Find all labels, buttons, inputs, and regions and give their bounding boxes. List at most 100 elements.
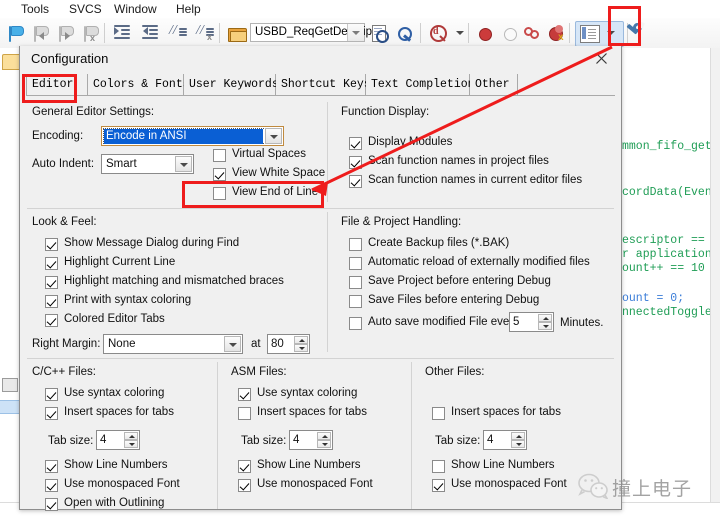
close-icon[interactable]	[585, 48, 619, 70]
other-tab-size-stepper[interactable]: 4	[483, 430, 527, 450]
tab-text-completion[interactable]: Text Completion	[366, 74, 475, 95]
comment-icon[interactable]: //	[167, 22, 189, 44]
asm-tab-size-stepper[interactable]: 4	[289, 430, 333, 450]
encoding-combo-arrow[interactable]	[265, 128, 282, 144]
indent-increase-icon[interactable]	[112, 22, 134, 44]
right-margin-at-up[interactable]	[294, 336, 308, 344]
browse-symbol-icon[interactable]	[369, 22, 391, 44]
asm-insert-spaces-checkbox[interactable]	[238, 407, 251, 420]
menu-item-tools[interactable]: Tools	[17, 1, 53, 17]
asm-show-line-numbers-checkbox[interactable]	[238, 460, 251, 473]
auto-save-checkbox[interactable]	[349, 317, 362, 330]
function-display-title: Function Display:	[341, 106, 430, 118]
menu-item-svcs[interactable]: SVCS	[65, 1, 106, 17]
menu-item-help[interactable]: Help	[172, 1, 205, 17]
c-tab-size-stepper[interactable]: 4	[96, 430, 140, 450]
right-margin-at-value: 80	[271, 338, 284, 350]
other-insert-spaces-checkbox[interactable]	[432, 407, 445, 420]
c-monospaced-font-checkbox[interactable]	[45, 479, 58, 492]
c-tab-size-down[interactable]	[124, 440, 138, 448]
c-open-outlining-checkbox[interactable]	[45, 498, 58, 511]
print-syntax-coloring-checkbox[interactable]	[45, 295, 58, 308]
auto-indent-combo-arrow[interactable]	[175, 156, 192, 172]
save-project-debug-checkbox[interactable]	[349, 276, 362, 289]
tab-other[interactable]: Other	[470, 74, 518, 95]
breakpoint-disable-all-icon[interactable]	[522, 22, 544, 44]
c-cpp-files-title: C/C++ Files:	[32, 366, 96, 378]
bookmark-prev-icon[interactable]	[29, 22, 51, 44]
encoding-label: Encoding:	[32, 130, 84, 142]
other-tab-size-up[interactable]	[511, 432, 525, 440]
bookmark-clear-icon[interactable]: x	[79, 22, 101, 44]
display-modules-checkbox[interactable]	[349, 137, 362, 150]
highlight-current-line-checkbox[interactable]	[45, 257, 58, 270]
highlight-braces-label: Highlight matching and mismatched braces	[64, 275, 284, 287]
function-combo[interactable]: USBD_ReqGetDescriptor	[250, 23, 385, 42]
asm-tab-size-up[interactable]	[317, 432, 331, 440]
auto-indent-label: Auto Indent:	[32, 158, 95, 170]
create-backup-checkbox[interactable]	[349, 238, 362, 251]
uncomment-icon[interactable]: // x	[194, 22, 216, 44]
asm-tab-size-value: 4	[293, 434, 300, 446]
code-editor-pane[interactable]: mmon_fifo_get cordData(Even escriptor ==…	[612, 48, 720, 503]
code-line: r application	[622, 248, 712, 261]
open-folder-icon[interactable]	[226, 22, 248, 44]
asm-tab-size-down[interactable]	[317, 440, 331, 448]
c-insert-spaces-checkbox[interactable]	[45, 407, 58, 420]
other-tab-size-down[interactable]	[511, 440, 525, 448]
breakpoint-insert-icon[interactable]	[474, 22, 496, 44]
virtual-spaces-label: Virtual Spaces	[232, 148, 306, 160]
right-margin-at-stepper[interactable]: 80	[267, 334, 310, 354]
virtual-spaces-checkbox[interactable]	[213, 149, 226, 162]
divider-vertical-top	[327, 102, 328, 202]
c-tab-size-value: 4	[100, 434, 107, 446]
bookmark-next-icon[interactable]	[54, 22, 76, 44]
find-in-files-icon[interactable]: d	[427, 22, 449, 44]
dialog-titlebar[interactable]: Configuration	[20, 46, 621, 75]
right-margin-at-down[interactable]	[294, 344, 308, 352]
scan-editor-files-checkbox[interactable]	[349, 175, 362, 188]
editor-tab-panel: General Editor Settings: Encoding: Encod…	[27, 98, 614, 511]
auto-save-minutes-up[interactable]	[538, 314, 552, 322]
asm-monospaced-font-checkbox[interactable]	[238, 479, 251, 492]
breakpoint-enable-icon[interactable]	[499, 22, 521, 44]
project-node-icon[interactable]	[2, 378, 18, 392]
c-use-syntax-coloring-checkbox[interactable]	[45, 388, 58, 401]
bookmark-toggle-icon[interactable]	[4, 22, 26, 44]
asm-files-title: ASM Files:	[231, 366, 287, 378]
print-syntax-coloring-label: Print with syntax coloring	[64, 294, 192, 306]
right-margin-combo[interactable]: None	[103, 334, 243, 354]
tab-shortcut-keys[interactable]: Shortcut Keys	[276, 74, 371, 95]
c-tab-size-up[interactable]	[124, 432, 138, 440]
highlight-braces-checkbox[interactable]	[45, 276, 58, 289]
other-show-line-numbers-checkbox[interactable]	[432, 460, 445, 473]
auto-indent-combo[interactable]: Smart	[101, 154, 194, 174]
menu-item-window[interactable]: Window	[110, 1, 161, 17]
code-line: mmon_fifo_get	[622, 140, 712, 153]
tab-user-keywords[interactable]: User Keywords	[184, 74, 279, 95]
encoding-combo[interactable]: Encode in ANSI	[101, 126, 284, 146]
manage-windows-icon[interactable]	[578, 22, 600, 44]
colored-editor-tabs-checkbox[interactable]	[45, 314, 58, 327]
asm-use-syntax-coloring-checkbox[interactable]	[238, 388, 251, 401]
view-white-space-checkbox[interactable]	[213, 168, 226, 181]
breakpoint-kill-all-icon[interactable]: x	[546, 22, 568, 44]
scan-project-files-checkbox[interactable]	[349, 156, 362, 169]
right-margin-combo-arrow[interactable]	[224, 336, 241, 352]
c-show-line-numbers-checkbox[interactable]	[45, 460, 58, 473]
auto-save-minutes-down[interactable]	[538, 322, 552, 330]
auto-reload-checkbox[interactable]	[349, 257, 362, 270]
function-combo-arrow[interactable]	[347, 24, 364, 41]
c-monospaced-font-label: Use monospaced Font	[64, 478, 180, 490]
code-line: escriptor ==	[622, 234, 705, 247]
tab-colors-fonts[interactable]: Colors & Fonts	[88, 74, 190, 95]
c-insert-spaces-label: Insert spaces for tabs	[64, 406, 174, 418]
auto-save-minutes-stepper[interactable]: 5	[509, 312, 554, 332]
indent-decrease-icon[interactable]	[140, 22, 162, 44]
asm-show-line-numbers-label: Show Line Numbers	[257, 459, 361, 471]
goto-definition-icon[interactable]	[394, 22, 416, 44]
other-monospaced-font-checkbox[interactable]	[432, 479, 445, 492]
show-message-dialog-checkbox[interactable]	[45, 238, 58, 251]
editor-vertical-scrollbar[interactable]	[710, 48, 720, 503]
save-files-debug-checkbox[interactable]	[349, 295, 362, 308]
